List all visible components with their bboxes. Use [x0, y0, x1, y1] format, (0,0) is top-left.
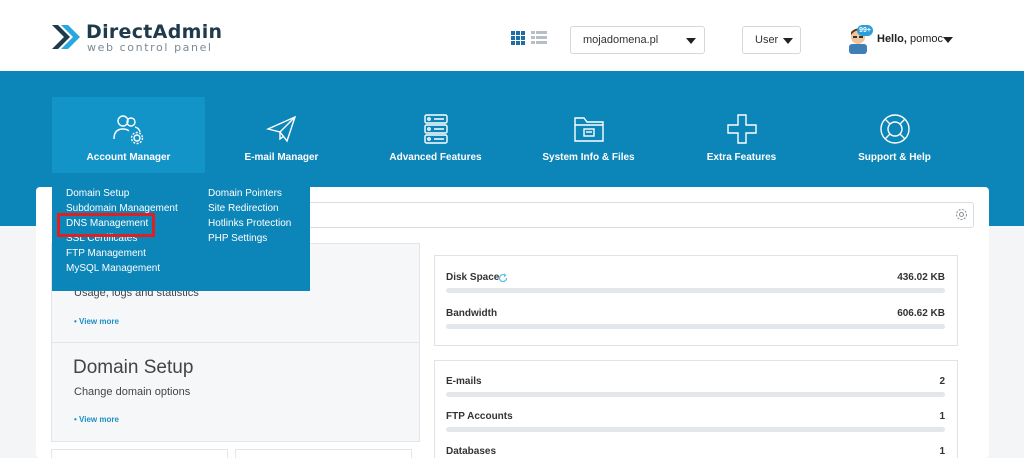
menu-item-site-redirection[interactable]: Site Redirection	[208, 203, 279, 215]
menu-item-domain-pointers[interactable]: Domain Pointers	[208, 188, 282, 200]
ftp-accounts-bar	[446, 427, 945, 432]
nav-label: Account Manager	[86, 152, 171, 163]
logo-chevron-icon	[52, 25, 80, 49]
nav-label: Extra Features	[706, 152, 777, 163]
chevron-down-icon	[783, 38, 793, 44]
menu-item-domain-setup[interactable]: Domain Setup	[66, 188, 129, 200]
paper-plane-icon	[265, 115, 296, 143]
emails-value: 2	[939, 376, 945, 387]
menu-item-hotlinks-protection[interactable]: Hotlinks Protection	[208, 218, 291, 230]
statistics-view-more-link[interactable]: • View more	[74, 317, 119, 326]
user-menu[interactable]: 99+ Hello, pomoc	[845, 24, 985, 56]
chevron-down-icon	[686, 38, 696, 44]
refresh-icon[interactable]	[498, 273, 508, 283]
nav-advanced-features[interactable]: Advanced Features	[359, 97, 512, 185]
nav-system-info-files[interactable]: System Info & Files	[512, 97, 665, 185]
nav-extra-features[interactable]: Extra Features	[665, 97, 818, 185]
nav-label: System Info & Files	[542, 152, 635, 163]
databases-label: Databases	[446, 446, 497, 457]
nav-label: Support & Help	[858, 152, 931, 163]
nav-label: Advanced Features	[389, 152, 482, 163]
logo-title: DirectAdmin	[86, 21, 223, 43]
panel-card	[235, 449, 412, 458]
menu-item-php-settings[interactable]: PHP Settings	[208, 233, 267, 245]
panel-card	[51, 449, 228, 458]
logo-tagline: web control panel	[87, 41, 213, 54]
directadmin-logo[interactable]: DirectAdmin web control panel	[50, 21, 222, 54]
users-gear-icon	[112, 115, 143, 145]
disk-space-label: Disk Space	[446, 272, 500, 283]
menu-item-mysql-management[interactable]: MySQL Management	[66, 263, 160, 275]
plus-icon	[726, 114, 757, 144]
ftp-accounts-value: 1	[939, 411, 945, 422]
dns-management-highlight-box	[57, 213, 155, 237]
emails-label: E-mails	[446, 376, 482, 387]
emails-bar	[446, 392, 945, 397]
nav-email-manager[interactable]: E-mail Manager	[205, 97, 358, 185]
nav-label: E-mail Manager	[244, 152, 319, 163]
user-level-value: User	[755, 34, 779, 46]
nav-support-help[interactable]: Support & Help	[818, 97, 971, 185]
list-view-icon[interactable]	[531, 31, 547, 45]
domain-select[interactable]: mojadomena.pl	[570, 26, 705, 54]
user-level-select[interactable]: User	[742, 26, 801, 54]
lifebuoy-icon	[879, 114, 910, 144]
domain-setup-subtitle: Change domain options	[74, 386, 191, 398]
menu-item-ftp-management[interactable]: FTP Management	[66, 248, 146, 260]
domain-setup-view-more-link[interactable]: • View more	[74, 415, 119, 424]
chevron-down-icon	[943, 37, 953, 43]
domain-setup-title: Domain Setup	[73, 357, 194, 378]
databases-value: 1	[939, 446, 945, 457]
bandwidth-bar	[446, 324, 945, 329]
gear-icon[interactable]	[955, 208, 968, 221]
notification-badge: 99+	[857, 25, 873, 36]
user-greeting: Hello, pomoc	[877, 33, 944, 45]
domain-select-value: mojadomena.pl	[583, 34, 659, 46]
view-toggle	[511, 31, 547, 45]
account-stats-box	[434, 360, 958, 458]
grid-view-icon[interactable]	[511, 31, 525, 45]
bandwidth-value: 606.62 KB	[897, 308, 945, 319]
bandwidth-label: Bandwidth	[446, 308, 498, 319]
ftp-accounts-label: FTP Accounts	[446, 411, 513, 422]
folder-icon	[573, 117, 604, 142]
disk-space-value: 436.02 KB	[897, 272, 945, 283]
disk-space-bar	[446, 288, 945, 293]
nav-account-manager[interactable]: Account Manager	[52, 97, 205, 185]
server-icon	[423, 114, 448, 144]
usage-stats-box	[434, 255, 958, 346]
